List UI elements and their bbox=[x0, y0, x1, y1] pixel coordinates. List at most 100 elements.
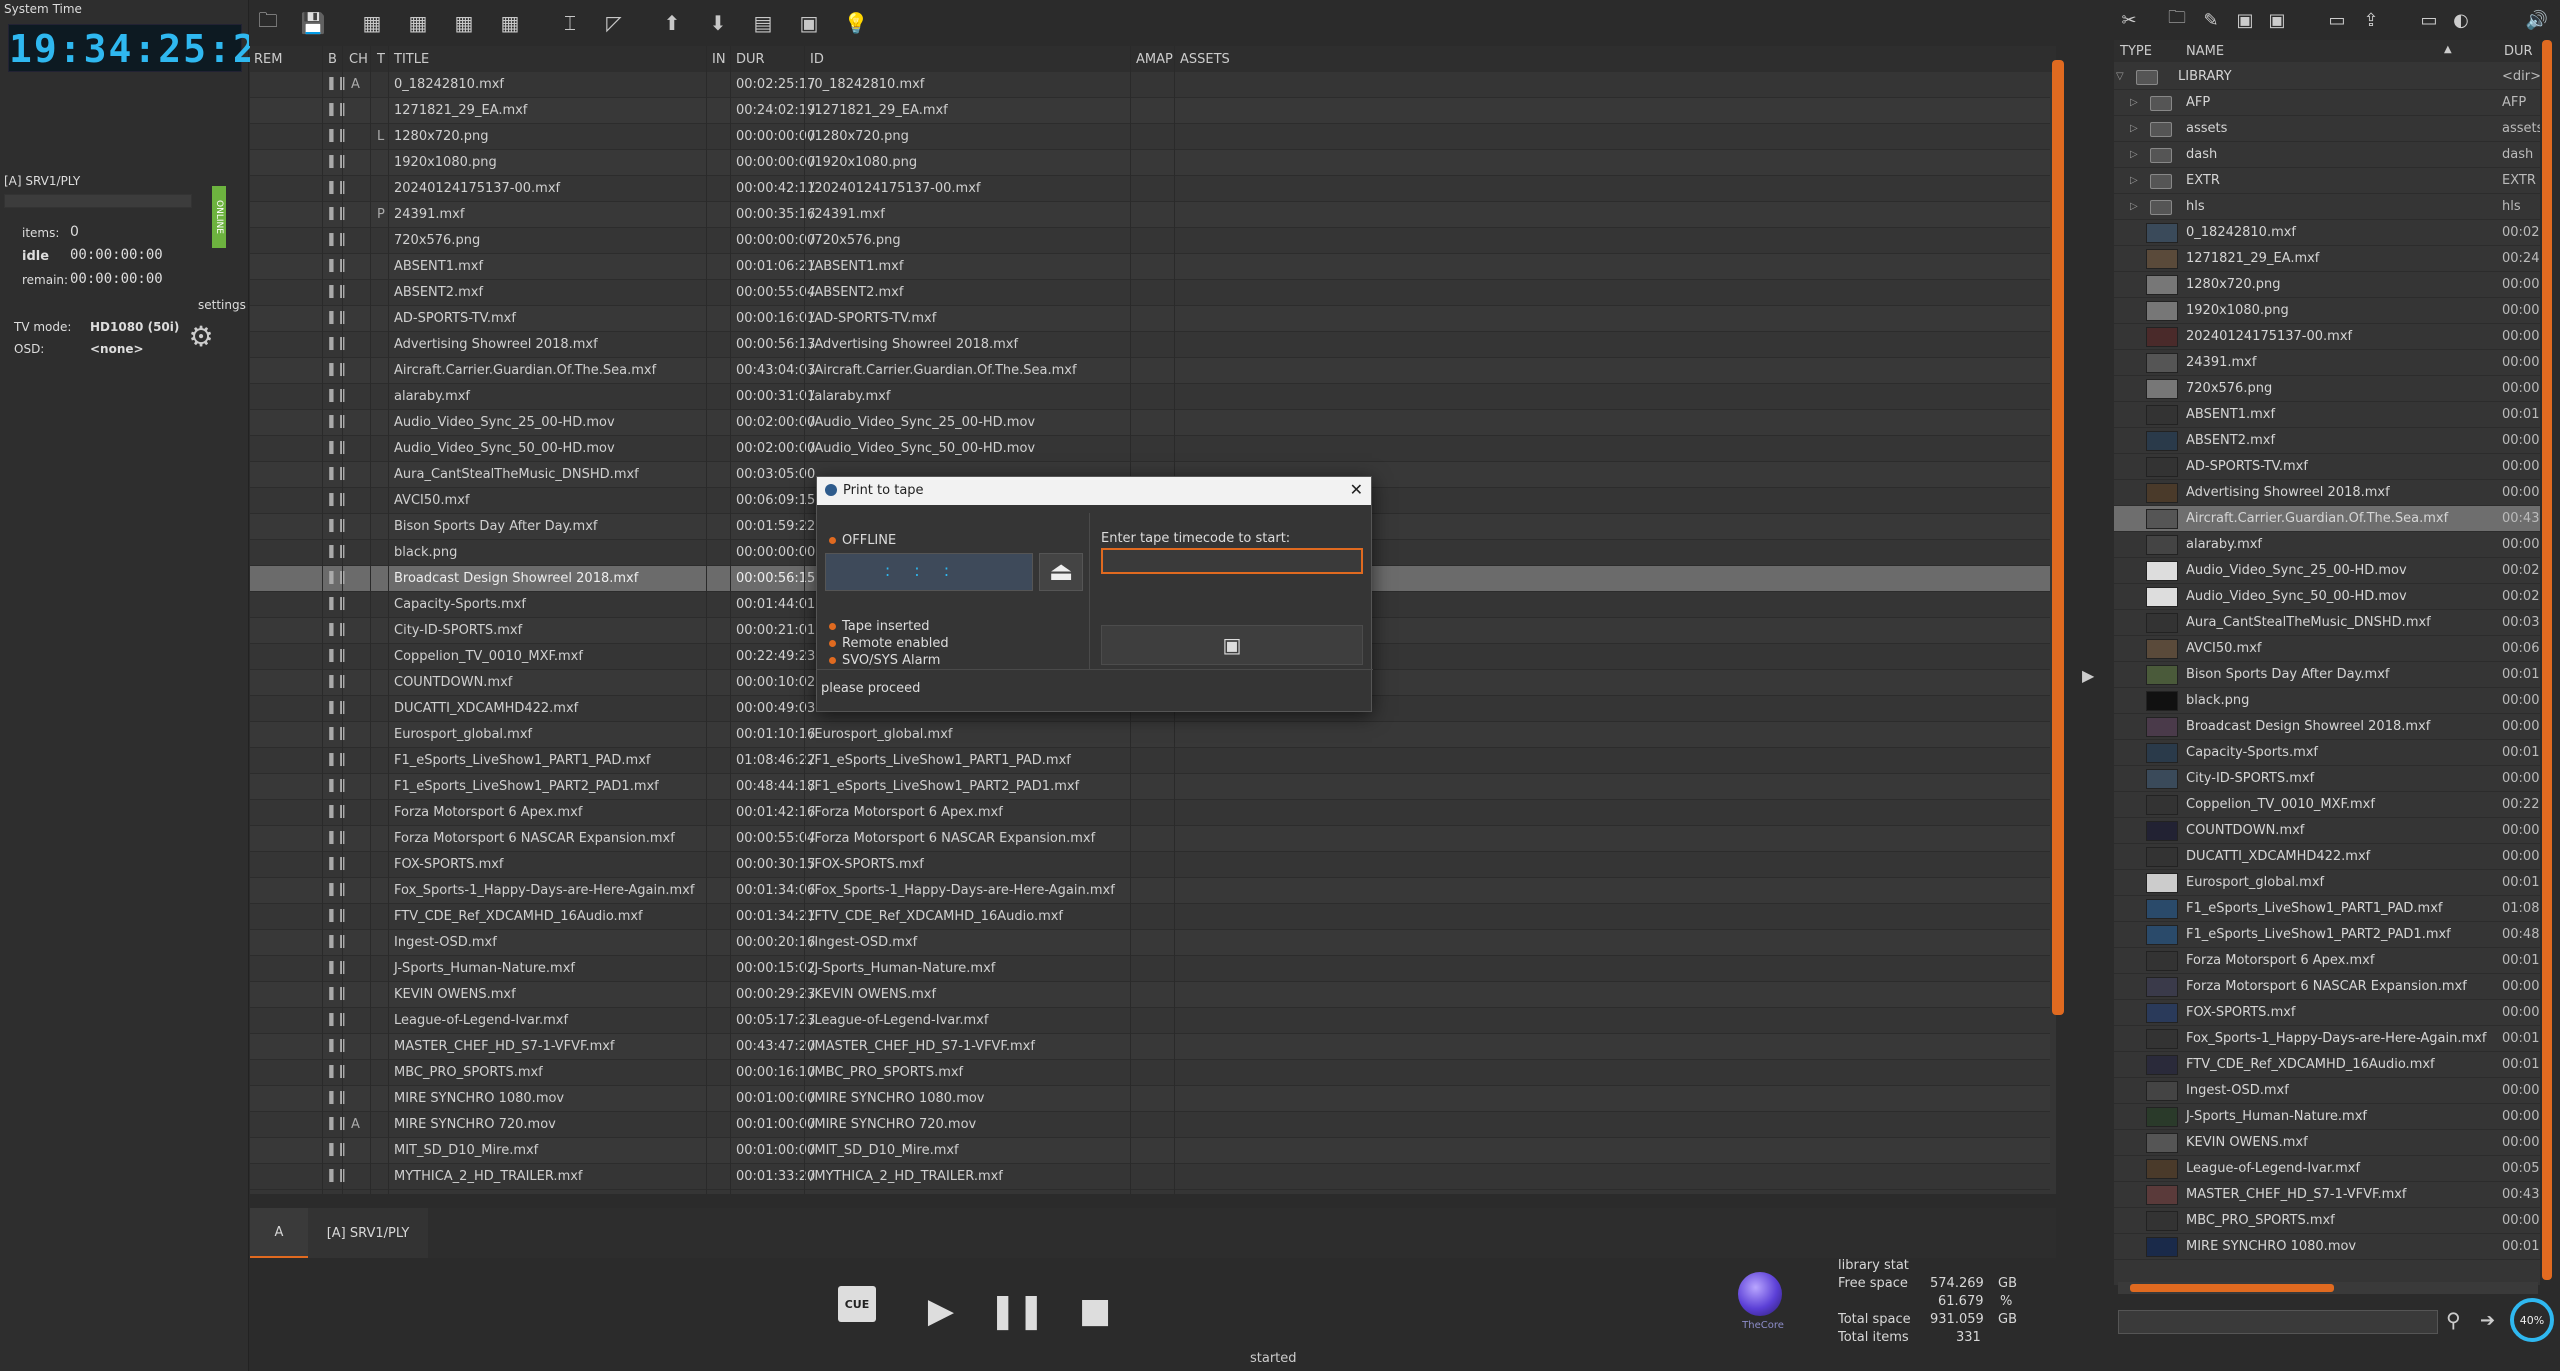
library-file-row[interactable]: Fox_Sports-1_Happy-Days-are-Here-Again.m… bbox=[2114, 1026, 2540, 1052]
import-icon[interactable]: ▭ bbox=[2416, 7, 2442, 33]
gear-icon[interactable]: ⚙ bbox=[186, 322, 216, 352]
table-row[interactable]: ❚❚ L 1280x720.png 00:00:00:00/1280x720.png bbox=[250, 124, 2050, 150]
library-folder-row[interactable]: ▷ EXTR EXTR bbox=[2114, 168, 2540, 194]
library-file-row[interactable]: AD-SPORTS-TV.mxf 00:00: bbox=[2114, 454, 2540, 480]
library-file-row[interactable]: COUNTDOWN.mxf 00:00: bbox=[2114, 818, 2540, 844]
table-row[interactable]: ❚❚ 1920x1080.png 00:00:00:00/1920x1080.png bbox=[250, 150, 2050, 176]
table-row[interactable]: ❚❚ Eurosport_global.mxf 00:01:10:16/Eurosp… bbox=[250, 722, 2050, 748]
table-row[interactable]: ❚❚ Forza Motorsport 6 NASCAR Expansion.mx… bbox=[250, 826, 2050, 852]
library-folder-row[interactable]: ▽ LIBRARY <dir> bbox=[2114, 64, 2540, 90]
col-title[interactable]: TITLE bbox=[394, 52, 429, 67]
search-icon[interactable]: ⚲ bbox=[2446, 1308, 2461, 1332]
close-icon[interactable]: ✕ bbox=[1350, 480, 1363, 499]
library-file-row[interactable]: 720x576.png 00:00: bbox=[2114, 376, 2540, 402]
library-file-row[interactable]: 20240124175137-00.mxf 00:00: bbox=[2114, 324, 2540, 350]
timecode-input[interactable] bbox=[1101, 548, 1363, 574]
table-row[interactable]: ❚❚ A 0_18242810.mxf 00:02:25:17/0_18242810.… bbox=[250, 72, 2050, 98]
library-file-row[interactable]: FTV_CDE_Ref_XDCAMHD_16Audio.mxf 00:01: bbox=[2114, 1052, 2540, 1078]
crop-icon[interactable]: ◸ bbox=[599, 8, 629, 38]
table-row[interactable]: ❚❚ Audio_Video_Sync_50_00-HD.mov 00:02:00:… bbox=[250, 436, 2050, 462]
table-row[interactable]: ❚❚ MBC_PRO_SPORTS.mxf 00:00:16:10/MBC_PRO_… bbox=[250, 1060, 2050, 1086]
library-file-row[interactable]: 0_18242810.mxf 00:02: bbox=[2114, 220, 2540, 246]
chevron-right-icon[interactable]: ▷ bbox=[2130, 201, 2138, 212]
library-file-row[interactable]: Eurosport_global.mxf 00:01: bbox=[2114, 870, 2540, 896]
add-item-icon[interactable]: ▣ bbox=[2232, 7, 2258, 33]
library-file-row[interactable]: F1_eSports_LiveShow1_PART1_PAD.mxf 01:08: bbox=[2114, 896, 2540, 922]
table-row[interactable]: ❚❚ Aircraft.Carrier.Guardian.Of.The.Sea.m… bbox=[250, 358, 2050, 384]
table-row[interactable]: ❚❚ 20240124175137-00.mxf 00:00:42:11/20240… bbox=[250, 176, 2050, 202]
library-file-row[interactable]: Forza Motorsport 6 NASCAR Expansion.mxf 0… bbox=[2114, 974, 2540, 1000]
chevron-right-icon[interactable]: ▷ bbox=[2130, 97, 2138, 108]
split-icon[interactable]: ⌶ bbox=[555, 8, 585, 38]
scissors-icon[interactable]: ✂ bbox=[2116, 7, 2142, 33]
library-scrollbar[interactable] bbox=[2542, 40, 2552, 1280]
tab-srv1-ply[interactable]: [A] SRV1/PLY bbox=[308, 1208, 428, 1258]
new-folder-icon[interactable]: 🗀 bbox=[2164, 7, 2190, 33]
table-row[interactable]: ❚❚ alaraby.mxf 00:00:31:01/alaraby.mxf bbox=[250, 384, 2050, 410]
lib-col-dur[interactable]: DUR bbox=[2504, 44, 2533, 59]
col-t[interactable]: T bbox=[377, 52, 385, 67]
table-row[interactable]: ❚❚ F1_eSports_LiveShow1_PART1_PAD.mxf 01:0… bbox=[250, 748, 2050, 774]
rename-icon[interactable]: ▭ bbox=[2324, 7, 2350, 33]
library-file-row[interactable]: Coppelion_TV_0010_MXF.mxf 00:22: bbox=[2114, 792, 2540, 818]
col-ch[interactable]: CH bbox=[349, 52, 368, 67]
lightbulb-icon[interactable]: 💡 bbox=[841, 8, 871, 38]
library-file-row[interactable]: 1280x720.png 00:00: bbox=[2114, 272, 2540, 298]
lib-col-name[interactable]: NAME bbox=[2186, 44, 2224, 59]
film-icon[interactable]: ▦ bbox=[357, 8, 387, 38]
library-file-row[interactable]: J-Sports_Human-Nature.mxf 00:00: bbox=[2114, 1104, 2540, 1130]
library-hscroll-thumb[interactable] bbox=[2130, 1284, 2334, 1292]
col-dur[interactable]: DUR bbox=[736, 52, 765, 67]
table-row[interactable]: ❚❚ F1_eSports_LiveShow1_PART2_PAD1.mxf 00:… bbox=[250, 774, 2050, 800]
print-button[interactable]: ▣ bbox=[1101, 625, 1363, 665]
col-id[interactable]: ID bbox=[810, 52, 824, 67]
col-in[interactable]: IN bbox=[712, 52, 726, 67]
edit-icon[interactable]: ✎ bbox=[2198, 7, 2224, 33]
library-folder-row[interactable]: ▷ dash dash bbox=[2114, 142, 2540, 168]
table-row[interactable]: ❚❚ MASTER_CHEF_HD_S7-1-VFVF.mxf 00:43:47:2… bbox=[250, 1034, 2050, 1060]
library-file-row[interactable]: Aircraft.Carrier.Guardian.Of.The.Sea.mxf… bbox=[2114, 506, 2540, 532]
library-file-row[interactable]: Broadcast Design Showreel 2018.mxf 00:00: bbox=[2114, 714, 2540, 740]
library-file-row[interactable]: alaraby.mxf 00:00: bbox=[2114, 532, 2540, 558]
library-file-row[interactable]: ABSENT1.mxf 00:01: bbox=[2114, 402, 2540, 428]
table-row[interactable]: ❚❚ P 24391.mxf 00:00:35:16/24391.mxf bbox=[250, 202, 2050, 228]
chevron-right-icon[interactable]: ▷ bbox=[2130, 123, 2138, 134]
table-row[interactable]: ❚❚ MIRE SYNCHRO 1080.mov 00:01:00:00/MIRE … bbox=[250, 1086, 2050, 1112]
library-file-row[interactable]: Advertising Showreel 2018.mxf 00:00: bbox=[2114, 480, 2540, 506]
cue-button[interactable]: CUE bbox=[838, 1286, 876, 1322]
lib-col-type[interactable]: TYPE bbox=[2120, 44, 2152, 59]
sync-icon[interactable]: ◐ bbox=[2448, 7, 2474, 33]
table-row[interactable]: ❚❚ AD-SPORTS-TV.mxf 00:00:16:01/AD-SPORTS-… bbox=[250, 306, 2050, 332]
library-file-row[interactable]: Audio_Video_Sync_50_00-HD.mov 00:02: bbox=[2114, 584, 2540, 610]
table-row[interactable]: ❚❚ ABSENT1.mxf 00:01:06:21/ABSENT1.mxf bbox=[250, 254, 2050, 280]
film-copy-icon[interactable]: ▦ bbox=[495, 8, 525, 38]
library-file-row[interactable]: 1920x1080.png 00:00: bbox=[2114, 298, 2540, 324]
col-rem[interactable]: REM bbox=[254, 52, 282, 67]
table-row[interactable]: ❚❚ FTV_CDE_Ref_XDCAMHD_16Audio.mxf 00:01:3… bbox=[250, 904, 2050, 930]
library-folder-row[interactable]: ▷ hls hls bbox=[2114, 194, 2540, 220]
library-file-row[interactable]: 24391.mxf 00:00: bbox=[2114, 350, 2540, 376]
film-insert-icon[interactable]: ▦ bbox=[403, 8, 433, 38]
table-row[interactable]: ❚❚ Forza Motorsport 6 Apex.mxf 00:01:42:16… bbox=[250, 800, 2050, 826]
library-folder-row[interactable]: ▷ AFP AFP bbox=[2114, 90, 2540, 116]
library-file-row[interactable]: 1271821_29_EA.mxf 00:24: bbox=[2114, 246, 2540, 272]
library-search-input[interactable] bbox=[2118, 1310, 2438, 1334]
volume-icon[interactable]: 🔊 bbox=[2524, 7, 2550, 33]
tape-icon[interactable]: ▣ bbox=[794, 8, 824, 38]
table-row[interactable]: ❚❚ FOX-SPORTS.mxf 00:00:30:15/FOX-SPORTS.m… bbox=[250, 852, 2050, 878]
col-amap[interactable]: AMAP bbox=[1136, 52, 1173, 67]
table-row[interactable]: ❚❚ A MIRE SYNCHRO 720.mov 00:01:00:00/MIRE … bbox=[250, 1112, 2050, 1138]
library-file-row[interactable]: MBC_PRO_SPORTS.mxf 00:00: bbox=[2114, 1208, 2540, 1234]
chevron-right-icon[interactable]: ▷ bbox=[2130, 149, 2138, 160]
table-row[interactable]: ❚❚ MIT_SD_D10_Mire.mxf 00:01:00:00/MIT_SD_… bbox=[250, 1138, 2050, 1164]
table-row[interactable]: ❚❚ KEVIN OWENS.mxf 00:00:29:23/KEVIN OWENS… bbox=[250, 982, 2050, 1008]
table-row[interactable]: ❚❚ League-of-Legend-Ivar.mxf 00:05:17:23/L… bbox=[250, 1008, 2050, 1034]
document-icon[interactable]: ▤ bbox=[748, 8, 778, 38]
library-file-row[interactable]: F1_eSports_LiveShow1_PART2_PAD1.mxf 00:48… bbox=[2114, 922, 2540, 948]
table-row[interactable]: ❚❚ Ingest-OSD.mxf 00:00:20:16/Ingest-OSD.m… bbox=[250, 930, 2050, 956]
move-up-icon[interactable]: ⬆ bbox=[657, 8, 687, 38]
export-icon[interactable]: ⇪ bbox=[2358, 7, 2384, 33]
library-file-row[interactable]: Aura_CantStealTheMusic_DNSHD.mxf 00:03: bbox=[2114, 610, 2540, 636]
col-b[interactable]: B bbox=[328, 52, 337, 67]
library-file-row[interactable]: Capacity-Sports.mxf 00:01: bbox=[2114, 740, 2540, 766]
